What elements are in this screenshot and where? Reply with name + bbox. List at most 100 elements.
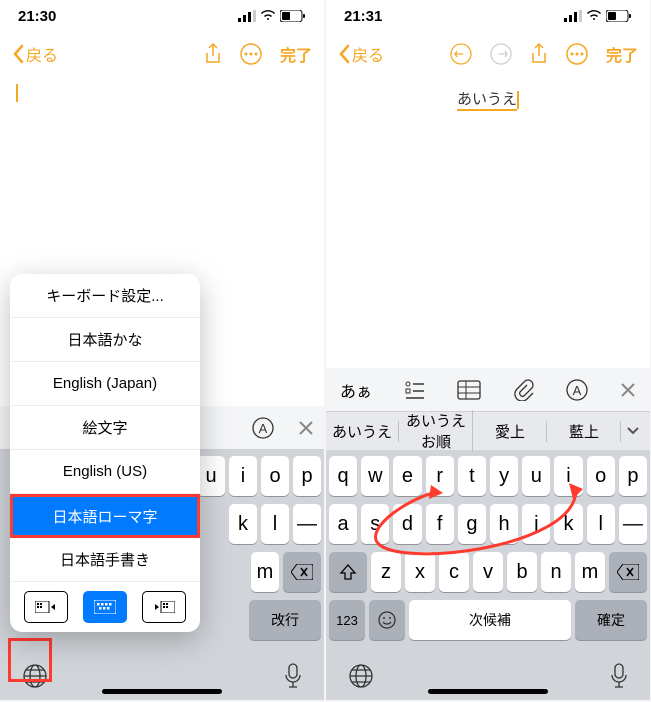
home-indicator[interactable] xyxy=(428,689,548,694)
kbd-popup-kana[interactable]: 日本語かな xyxy=(10,318,200,362)
status-icons xyxy=(564,10,632,22)
mic-icon[interactable] xyxy=(610,663,628,689)
chevron-left-icon xyxy=(12,44,24,64)
key-dash[interactable]: — xyxy=(293,504,321,544)
key-z[interactable]: z xyxy=(371,552,401,592)
key-r[interactable]: r xyxy=(426,456,454,496)
key-o[interactable]: o xyxy=(261,456,289,496)
key-m[interactable]: m xyxy=(251,552,279,592)
mic-icon[interactable] xyxy=(284,663,302,689)
key-e[interactable]: e xyxy=(393,456,421,496)
key-l[interactable]: l xyxy=(587,504,615,544)
key-u[interactable]: u xyxy=(197,456,225,496)
svg-text:A: A xyxy=(259,421,268,436)
kbd-type-split-right[interactable] xyxy=(142,591,186,623)
key-t[interactable]: t xyxy=(458,456,486,496)
text-cursor xyxy=(517,91,519,109)
key-f[interactable]: f xyxy=(426,504,454,544)
key-h[interactable]: h xyxy=(490,504,518,544)
key-v[interactable]: v xyxy=(473,552,503,592)
key-l[interactable]: l xyxy=(261,504,289,544)
key-u[interactable]: u xyxy=(522,456,550,496)
shift-key[interactable] xyxy=(329,552,367,592)
battery-icon xyxy=(280,10,306,22)
suggestion-expand[interactable] xyxy=(622,426,650,436)
status-time: 21:31 xyxy=(344,8,382,25)
keyboard-switcher-popup: キーボード設定... 日本語かな English (Japan) 絵文字 Eng… xyxy=(10,274,200,632)
num-key[interactable]: 123 xyxy=(329,600,365,640)
text-style-icon[interactable]: A xyxy=(252,417,274,439)
suggestion-2[interactable]: あいうえお順 xyxy=(400,410,473,452)
key-p[interactable]: p xyxy=(293,456,321,496)
kbd-popup-settings[interactable]: キーボード設定... xyxy=(10,274,200,318)
key-j[interactable]: j xyxy=(522,504,550,544)
key-b[interactable]: b xyxy=(507,552,537,592)
share-icon[interactable] xyxy=(530,43,548,65)
key-i[interactable]: i xyxy=(554,456,582,496)
more-icon[interactable] xyxy=(566,43,588,65)
confirm-key[interactable]: 確定 xyxy=(575,600,647,640)
key-—[interactable]: — xyxy=(619,504,647,544)
nav-bar: 戻る 完了 xyxy=(0,32,324,76)
phone-left: 21:30 戻る 完了 キーボード設定... 日本語かな English (Ja… xyxy=(0,0,324,700)
text-style-icon[interactable]: A xyxy=(566,379,588,401)
key-a[interactable]: a xyxy=(329,504,357,544)
key-o[interactable]: o xyxy=(587,456,615,496)
chevron-left-icon xyxy=(338,44,350,64)
share-icon[interactable] xyxy=(204,43,222,65)
phone-right: 21:31 戻る 完了 あいうえ あぁ A xyxy=(326,0,650,700)
kbd-popup-emoji[interactable]: 絵文字 xyxy=(10,406,200,450)
key-i[interactable]: i xyxy=(229,456,257,496)
close-icon[interactable] xyxy=(620,382,636,398)
kbd-type-full[interactable] xyxy=(83,591,127,623)
key-n[interactable]: n xyxy=(541,552,571,592)
key-q[interactable]: q xyxy=(329,456,357,496)
kbd-popup-romaji[interactable]: 日本語ローマ字 xyxy=(10,494,200,538)
more-icon[interactable] xyxy=(240,43,262,65)
svg-text:A: A xyxy=(573,383,582,398)
back-button[interactable]: 戻る xyxy=(12,42,58,66)
status-time: 21:30 xyxy=(18,8,56,25)
attachment-icon[interactable] xyxy=(513,379,535,401)
back-button[interactable]: 戻る xyxy=(338,42,384,66)
key-c[interactable]: c xyxy=(439,552,469,592)
space-key[interactable]: 次候補 xyxy=(409,600,571,640)
key-s[interactable]: s xyxy=(361,504,389,544)
done-button[interactable]: 完了 xyxy=(280,42,312,66)
suggestion-3[interactable]: 愛上 xyxy=(474,421,547,442)
kbd-popup-en-us[interactable]: English (US) xyxy=(10,450,200,494)
kbd-type-split-left[interactable] xyxy=(24,591,68,623)
undo-icon[interactable] xyxy=(450,43,472,65)
table-icon[interactable] xyxy=(457,380,481,400)
status-bar: 21:30 xyxy=(0,0,324,32)
emoji-key[interactable] xyxy=(369,600,405,640)
key-g[interactable]: g xyxy=(458,504,486,544)
note-content[interactable]: あいうえ xyxy=(326,76,650,117)
key-k[interactable]: k xyxy=(554,504,582,544)
key-y[interactable]: y xyxy=(490,456,518,496)
home-indicator[interactable] xyxy=(102,689,222,694)
suggestion-1[interactable]: あいうえ xyxy=(326,421,399,442)
key-w[interactable]: w xyxy=(361,456,389,496)
close-icon[interactable] xyxy=(298,420,314,436)
globe-highlight xyxy=(8,638,52,682)
backspace-key[interactable] xyxy=(283,552,321,592)
key-p[interactable]: p xyxy=(619,456,647,496)
suggestion-4[interactable]: 藍上 xyxy=(548,421,621,442)
status-bar: 21:31 xyxy=(326,0,650,32)
return-key[interactable]: 改行 xyxy=(249,600,321,640)
kbd-popup-en-japan[interactable]: English (Japan) xyxy=(10,362,200,406)
wifi-icon xyxy=(586,10,602,22)
kbd-popup-handwriting[interactable]: 日本語手書き xyxy=(10,538,200,582)
globe-icon[interactable] xyxy=(348,663,374,689)
key-x[interactable]: x xyxy=(405,552,435,592)
done-button[interactable]: 完了 xyxy=(606,42,638,66)
backspace-key[interactable] xyxy=(609,552,647,592)
key-k[interactable]: k xyxy=(229,504,257,544)
key-d[interactable]: d xyxy=(393,504,421,544)
kana-size-button[interactable]: あぁ xyxy=(340,378,372,402)
note-content[interactable] xyxy=(0,76,324,110)
list-icon[interactable] xyxy=(404,379,426,401)
key-m[interactable]: m xyxy=(575,552,605,592)
kbd-type-row xyxy=(10,582,200,632)
